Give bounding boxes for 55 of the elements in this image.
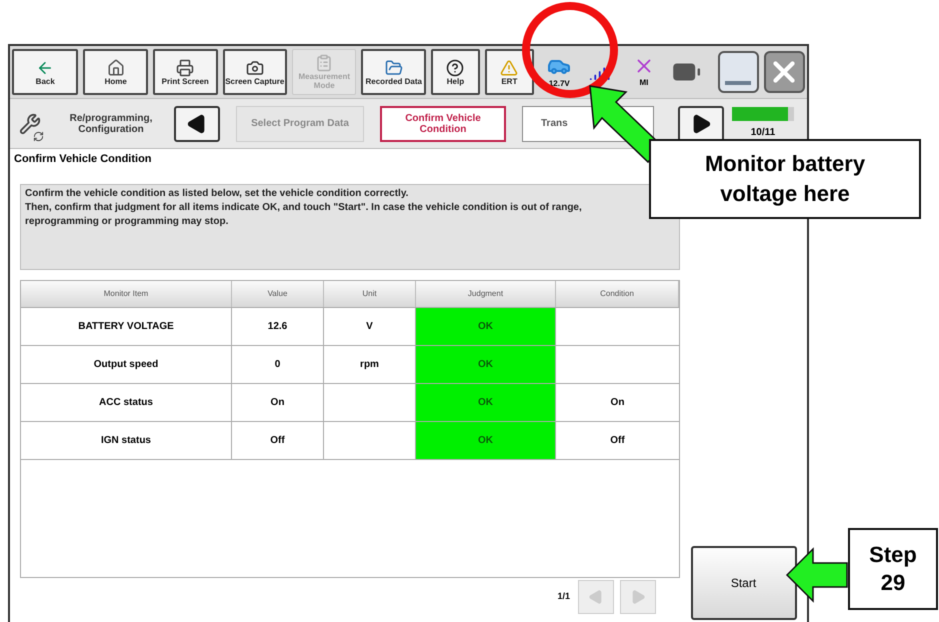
- table-cell: On: [232, 384, 324, 421]
- battery-voltage-indicator: 12.7V: [538, 49, 580, 95]
- column-header: Condition: [556, 281, 679, 307]
- table-cell: 12.6: [232, 308, 324, 345]
- section-label: Re/programming, Configuration: [68, 112, 154, 134]
- instruction-text: Confirm the vehicle condition as listed below, set the vehicle condition correctly.: [25, 187, 410, 201]
- column-header: Unit: [324, 281, 416, 307]
- table-cell: IGN status: [21, 422, 232, 459]
- folder-icon: [384, 58, 403, 76]
- table-cell-text: V: [366, 320, 373, 334]
- help-icon: [446, 58, 464, 76]
- callout-arrow: [785, 546, 849, 604]
- toolbar-button[interactable]: Screen Capture: [222, 49, 288, 95]
- column-header: Value: [232, 281, 324, 307]
- previous-step-button[interactable]: [174, 106, 220, 142]
- page-title: Confirm Vehicle Condition: [14, 152, 152, 168]
- left-triangle-icon: [588, 589, 604, 605]
- callout-label: Monitor battery voltage here: [649, 139, 921, 219]
- judgment-cell: OK: [416, 422, 556, 459]
- table-cell: 0: [232, 346, 324, 383]
- start-button[interactable]: Start: [690, 546, 796, 620]
- step-tab[interactable]: Confirm Vehicle Condition: [380, 106, 506, 142]
- table-cell: Off: [232, 422, 324, 459]
- clipboard-icon: [315, 54, 334, 72]
- next-step-button[interactable]: [678, 106, 724, 142]
- toolbar-button[interactable]: Help: [431, 49, 480, 95]
- judgment-cell: OK: [416, 346, 556, 383]
- warning-icon: [500, 58, 518, 76]
- minimize-button[interactable]: [718, 51, 759, 93]
- table-cell-text: On: [610, 396, 624, 410]
- mi-indicator: MI: [629, 49, 659, 95]
- judgment-cell: OK: [416, 384, 556, 421]
- table-cell-text: rpm: [360, 358, 379, 372]
- house-icon: [106, 58, 125, 76]
- progress-reading: 10/11: [750, 126, 776, 140]
- camera-icon: [246, 58, 264, 76]
- judgment-cell: OK: [416, 308, 556, 345]
- instruction-text: Then, confirm that judgment for all items indicate OK, and touch "Start". In case the vehicle condition is out of range, reprogramming or programming may stop.: [25, 201, 583, 229]
- table-cell: ACC status: [21, 384, 232, 421]
- toolbar-button[interactable]: Back: [12, 49, 78, 95]
- step-label: Step 29: [848, 528, 938, 610]
- toolbar-button[interactable]: Home: [83, 49, 148, 95]
- close-button[interactable]: [764, 51, 805, 93]
- minimize-icon: [725, 81, 752, 85]
- toolbar-button[interactable]: ERT: [484, 49, 534, 95]
- column-header: Judgment: [416, 281, 556, 307]
- table-cell-text: Off: [610, 434, 625, 448]
- right-triangle-icon: [630, 589, 646, 605]
- printer-icon: [176, 58, 194, 76]
- table-cell: Output speed: [21, 346, 232, 383]
- toolbar-button[interactable]: Recorded Data: [361, 49, 426, 95]
- table-cell: BATTERY VOLTAGE: [21, 308, 232, 345]
- toolbar-button[interactable]: Print Screen: [152, 49, 218, 95]
- column-header: Monitor Item: [21, 281, 232, 307]
- page-indicator: 1/1: [557, 590, 570, 604]
